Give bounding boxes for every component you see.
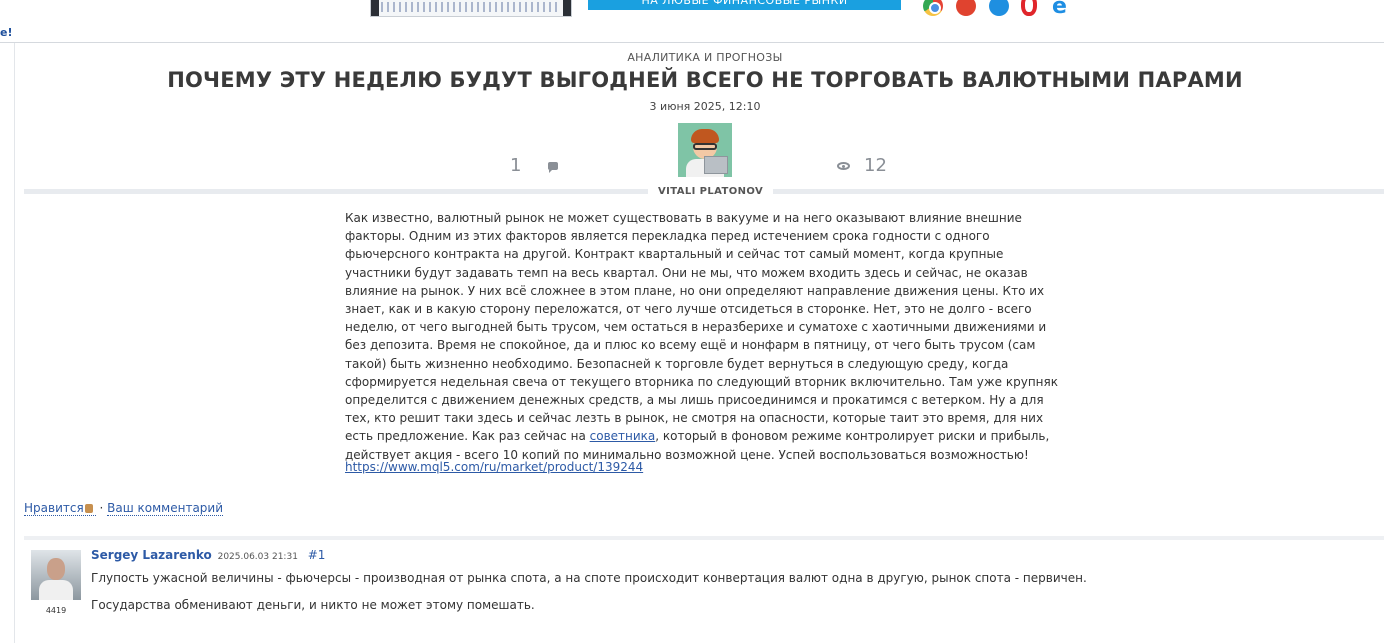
- left-edge-link[interactable]: e!: [0, 26, 12, 39]
- article-text-part1: Как известно, валютный рынок не может су…: [345, 211, 1058, 444]
- article-actions: Нравится · Ваш комментарий: [24, 501, 224, 516]
- comments-divider: [24, 536, 1384, 540]
- eye-icon: [837, 162, 850, 170]
- actions-separator: ·: [99, 501, 104, 515]
- comment-header: Sergey Lazarenko 2025.06.03 21:31 #1: [91, 548, 325, 562]
- like-button[interactable]: Нравится: [24, 501, 96, 516]
- opera-icon[interactable]: [1021, 0, 1037, 16]
- article-category[interactable]: АНАЛИТИКА И ПРОГНОЗЫ: [0, 51, 1384, 64]
- comment-permalink[interactable]: #1: [308, 548, 326, 562]
- ie-icon[interactable]: e: [1052, 0, 1067, 18]
- article-body: Как известно, валютный рынок не может су…: [345, 209, 1065, 464]
- comments-count[interactable]: 1: [510, 155, 521, 176]
- comment-button[interactable]: Ваш комментарий: [107, 501, 224, 516]
- comment-text-line1: Глупость ужасной величины - фьючерсы - п…: [91, 571, 1087, 585]
- chrome-icon[interactable]: [923, 0, 943, 16]
- header-divider: [0, 42, 1384, 43]
- comment-date: 2025.06.03 21:31: [217, 552, 298, 562]
- banner-cta-button[interactable]: НА ЛЮБЫЕ ФИНАНСОВЫЕ РЫНКИ: [588, 0, 901, 10]
- like-label: Нравится: [24, 501, 84, 515]
- views-count: 12: [864, 155, 887, 176]
- article-title: ПОЧЕМУ ЭТУ НЕДЕЛЮ БУДУТ ВЫГОДНЕЙ ВСЕГО Н…: [167, 68, 1243, 92]
- banner-chart-thumbnail: [370, 0, 572, 17]
- article-date: 3 июня 2025, 12:10: [649, 100, 761, 113]
- safari-icon[interactable]: [989, 0, 1009, 16]
- commenter-avatar[interactable]: [31, 550, 81, 600]
- product-link[interactable]: https://www.mql5.com/ru/market/product/1…: [345, 460, 643, 474]
- comment-icon[interactable]: [548, 162, 558, 173]
- author-name[interactable]: VITALI PLATONOV: [648, 184, 774, 200]
- comment-text-line2: Государства обменивают деньги, и никто н…: [91, 598, 535, 612]
- author-avatar[interactable]: [678, 123, 732, 177]
- top-banner[interactable]: НА ЛЮБЫЕ ФИНАНСОВЫЕ РЫНКИ e: [0, 0, 1384, 20]
- commenter-name[interactable]: Sergey Lazarenko: [91, 548, 212, 562]
- advisor-link[interactable]: советника: [590, 429, 656, 443]
- commenter-rating: 4419: [45, 606, 67, 615]
- left-border: [14, 43, 15, 643]
- thumbs-up-icon: [84, 504, 93, 513]
- firefox-icon[interactable]: [956, 0, 976, 16]
